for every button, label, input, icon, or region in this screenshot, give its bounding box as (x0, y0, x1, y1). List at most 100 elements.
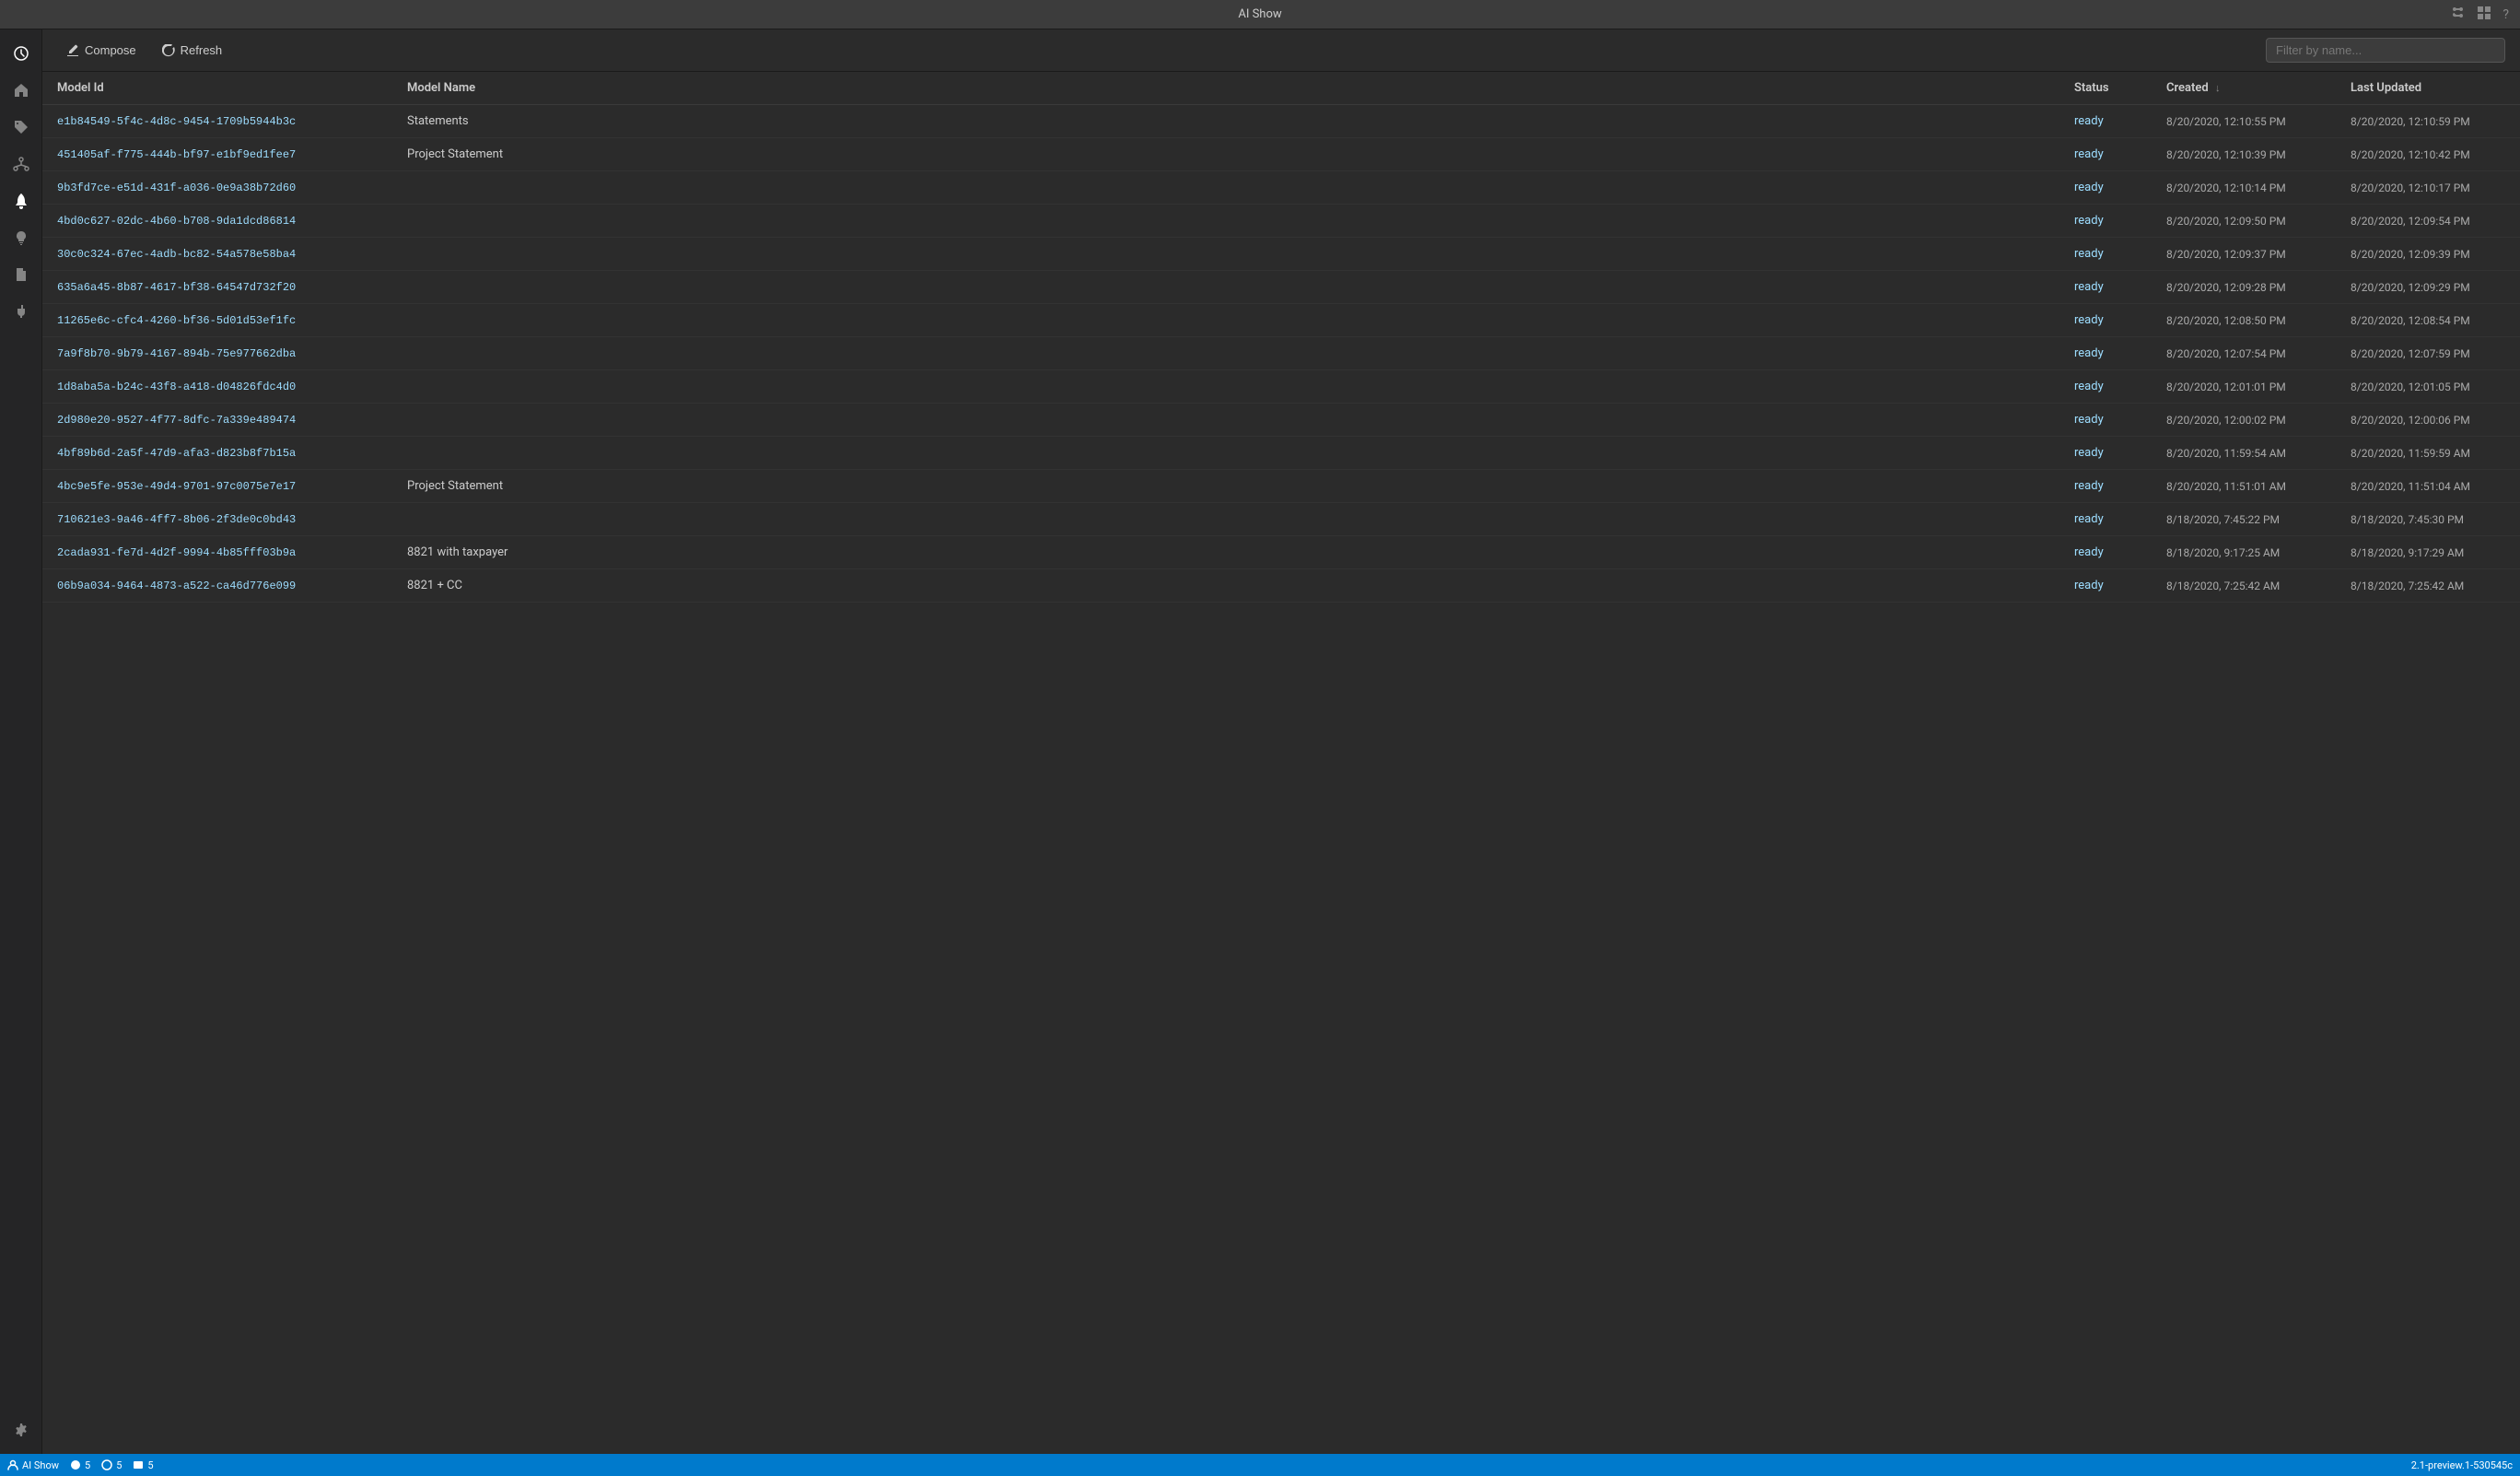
cell-last-updated: 8/20/2020, 11:59:59 AM (2336, 437, 2520, 470)
cell-created: 8/20/2020, 12:07:54 PM (2152, 337, 2336, 370)
col-header-model-name: Model Name (392, 72, 2059, 105)
help-icon[interactable]: ? (2502, 7, 2509, 22)
cell-last-updated: 8/20/2020, 12:10:42 PM (2336, 138, 2520, 171)
cell-created: 8/20/2020, 11:51:01 AM (2152, 470, 2336, 503)
table-row[interactable]: 635a6a45-8b87-4617-bf38-64547d732f20 read… (42, 271, 2520, 304)
cell-model-id: 06b9a034-9464-4873-a522-ca46d776e099 (42, 569, 392, 603)
cell-model-name (392, 238, 2059, 271)
cell-model-name (392, 205, 2059, 238)
cell-status: ready (2059, 370, 2152, 404)
col-header-created[interactable]: Created ↓ (2152, 72, 2336, 105)
table-row[interactable]: 2cada931-fe7d-4d2f-9994-4b85fff03b9a8821… (42, 536, 2520, 569)
compose-icon (66, 44, 79, 57)
table-row[interactable]: 11265e6c-cfc4-4260-bf36-5d01d53ef1fcread… (42, 304, 2520, 337)
cell-created: 8/20/2020, 12:08:50 PM (2152, 304, 2336, 337)
cell-model-id: 7a9f8b70-9b79-4167-894b-75e977662dba (42, 337, 392, 370)
sidebar-item-document[interactable] (5, 258, 38, 291)
cell-model-id: 635a6a45-8b87-4617-bf38-64547d732f20 (42, 271, 392, 304)
table-row[interactable]: 2d980e20-9527-4f77-8dfc-7a339e489474read… (42, 404, 2520, 437)
cell-last-updated: 8/20/2020, 12:07:59 PM (2336, 337, 2520, 370)
cell-model-id: 9b3fd7ce-e51d-431f-a036-0e9a38b72d60 (42, 171, 392, 205)
status-icon1 (70, 1459, 81, 1470)
cell-model-name (392, 171, 2059, 205)
cell-status: ready (2059, 271, 2152, 304)
title-bar-actions: ? (2451, 6, 2509, 24)
table-row[interactable]: e1b84549-5f4c-4d8c-9454-1709b5944b3cStat… (42, 105, 2520, 138)
table-row[interactable]: 4bf89b6d-2a5f-47d9-afa3-d823b8f7b15aread… (42, 437, 2520, 470)
app-title: AI Show (1238, 7, 1281, 21)
col-header-last-updated: Last Updated (2336, 72, 2520, 105)
sidebar-item-tag[interactable] (5, 111, 38, 144)
table-row[interactable]: 4bc9e5fe-953e-49d4-9701-97c0075e7e17Proj… (42, 470, 2520, 503)
title-bar: AI Show ? (0, 0, 2520, 29)
layout-icon[interactable] (2477, 6, 2491, 24)
cell-model-name (392, 304, 2059, 337)
filter-input[interactable] (2266, 38, 2505, 63)
cell-created: 8/20/2020, 12:09:28 PM (2152, 271, 2336, 304)
status-count1[interactable]: 5 (70, 1459, 90, 1471)
sidebar-item-lightbulb[interactable] (5, 221, 38, 254)
cell-last-updated: 8/20/2020, 12:01:05 PM (2336, 370, 2520, 404)
status-app-name[interactable]: AI Show (7, 1459, 59, 1471)
table-header: Model Id Model Name Status Created ↓ (42, 72, 2520, 105)
cell-status: ready (2059, 569, 2152, 603)
sidebar-item-rocket[interactable] (5, 184, 38, 217)
col-header-status: Status (2059, 72, 2152, 105)
compose-button[interactable]: Compose (57, 39, 146, 62)
cell-model-name (392, 503, 2059, 536)
cell-model-name: Statements (392, 105, 2059, 138)
cell-model-id: 4bc9e5fe-953e-49d4-9701-97c0075e7e17 (42, 470, 392, 503)
cell-last-updated: 8/20/2020, 12:10:17 PM (2336, 171, 2520, 205)
table-row[interactable]: 30c0c324-67ec-4adb-bc82-54a578e58ba4read… (42, 238, 2520, 271)
sort-icon-created: ↓ (2215, 82, 2221, 94)
cell-model-id: e1b84549-5f4c-4d8c-9454-1709b5944b3c (42, 105, 392, 138)
share-icon[interactable] (2451, 6, 2466, 24)
cell-last-updated: 8/18/2020, 9:17:29 AM (2336, 536, 2520, 569)
cell-status: ready (2059, 138, 2152, 171)
status-count3[interactable]: 5 (133, 1459, 153, 1471)
cell-created: 8/20/2020, 12:09:37 PM (2152, 238, 2336, 271)
cell-created: 8/18/2020, 7:25:42 AM (2152, 569, 2336, 603)
table-row[interactable]: 06b9a034-9464-4873-a522-ca46d776e0998821… (42, 569, 2520, 603)
cell-status: ready (2059, 238, 2152, 271)
cell-model-name: 8821 + CC (392, 569, 2059, 603)
table-row[interactable]: 1d8aba5a-b24c-43f8-a418-d04826fdc4d0read… (42, 370, 2520, 404)
cell-created: 8/20/2020, 12:00:02 PM (2152, 404, 2336, 437)
table-row[interactable]: 7a9f8b70-9b79-4167-894b-75e977662dbaread… (42, 337, 2520, 370)
sidebar-item-settings[interactable] (5, 1413, 38, 1447)
cell-last-updated: 8/20/2020, 11:51:04 AM (2336, 470, 2520, 503)
main-content: Compose Refresh Model Id (42, 29, 2520, 1454)
status-icon3 (133, 1459, 144, 1470)
cell-status: ready (2059, 171, 2152, 205)
cell-last-updated: 8/18/2020, 7:45:30 PM (2336, 503, 2520, 536)
cell-status: ready (2059, 205, 2152, 238)
refresh-button[interactable]: Refresh (153, 39, 232, 62)
sidebar-item-model[interactable] (5, 147, 38, 181)
cell-created: 8/18/2020, 7:45:22 PM (2152, 503, 2336, 536)
table-row[interactable]: 451405af-f775-444b-bf97-e1bf9ed1fee7Proj… (42, 138, 2520, 171)
table-container: Model Id Model Name Status Created ↓ (42, 72, 2520, 1454)
cell-last-updated: 8/20/2020, 12:09:29 PM (2336, 271, 2520, 304)
cell-status: ready (2059, 437, 2152, 470)
cell-model-id: 4bd0c627-02dc-4b60-b708-9da1dcd86814 (42, 205, 392, 238)
status-person-icon (7, 1459, 18, 1470)
cell-model-id: 2d980e20-9527-4f77-8dfc-7a339e489474 (42, 404, 392, 437)
cell-last-updated: 8/20/2020, 12:09:54 PM (2336, 205, 2520, 238)
cell-created: 8/18/2020, 9:17:25 AM (2152, 536, 2336, 569)
cell-last-updated: 8/18/2020, 7:25:42 AM (2336, 569, 2520, 603)
sidebar-logo[interactable] (5, 37, 38, 70)
sidebar-item-plug[interactable] (5, 295, 38, 328)
table-row[interactable]: 4bd0c627-02dc-4b60-b708-9da1dcd86814 read… (42, 205, 2520, 238)
status-bar: AI Show 5 5 5 2.1-preview.1-530545c (0, 1454, 2520, 1476)
status-bar-right: 2.1-preview.1-530545c (2411, 1459, 2513, 1471)
cell-last-updated: 8/20/2020, 12:10:59 PM (2336, 105, 2520, 138)
cell-created: 8/20/2020, 11:59:54 AM (2152, 437, 2336, 470)
sidebar-item-home[interactable] (5, 74, 38, 107)
cell-model-name: 8821 with taxpayer (392, 536, 2059, 569)
table-row[interactable]: 710621e3-9a46-4ff7-8b06-2f3de0c0bd43read… (42, 503, 2520, 536)
cell-status: ready (2059, 503, 2152, 536)
status-count2[interactable]: 5 (101, 1459, 122, 1471)
table-row[interactable]: 9b3fd7ce-e51d-431f-a036-0e9a38b72d60 read… (42, 171, 2520, 205)
cell-created: 8/20/2020, 12:09:50 PM (2152, 205, 2336, 238)
models-table: Model Id Model Name Status Created ↓ (42, 72, 2520, 603)
